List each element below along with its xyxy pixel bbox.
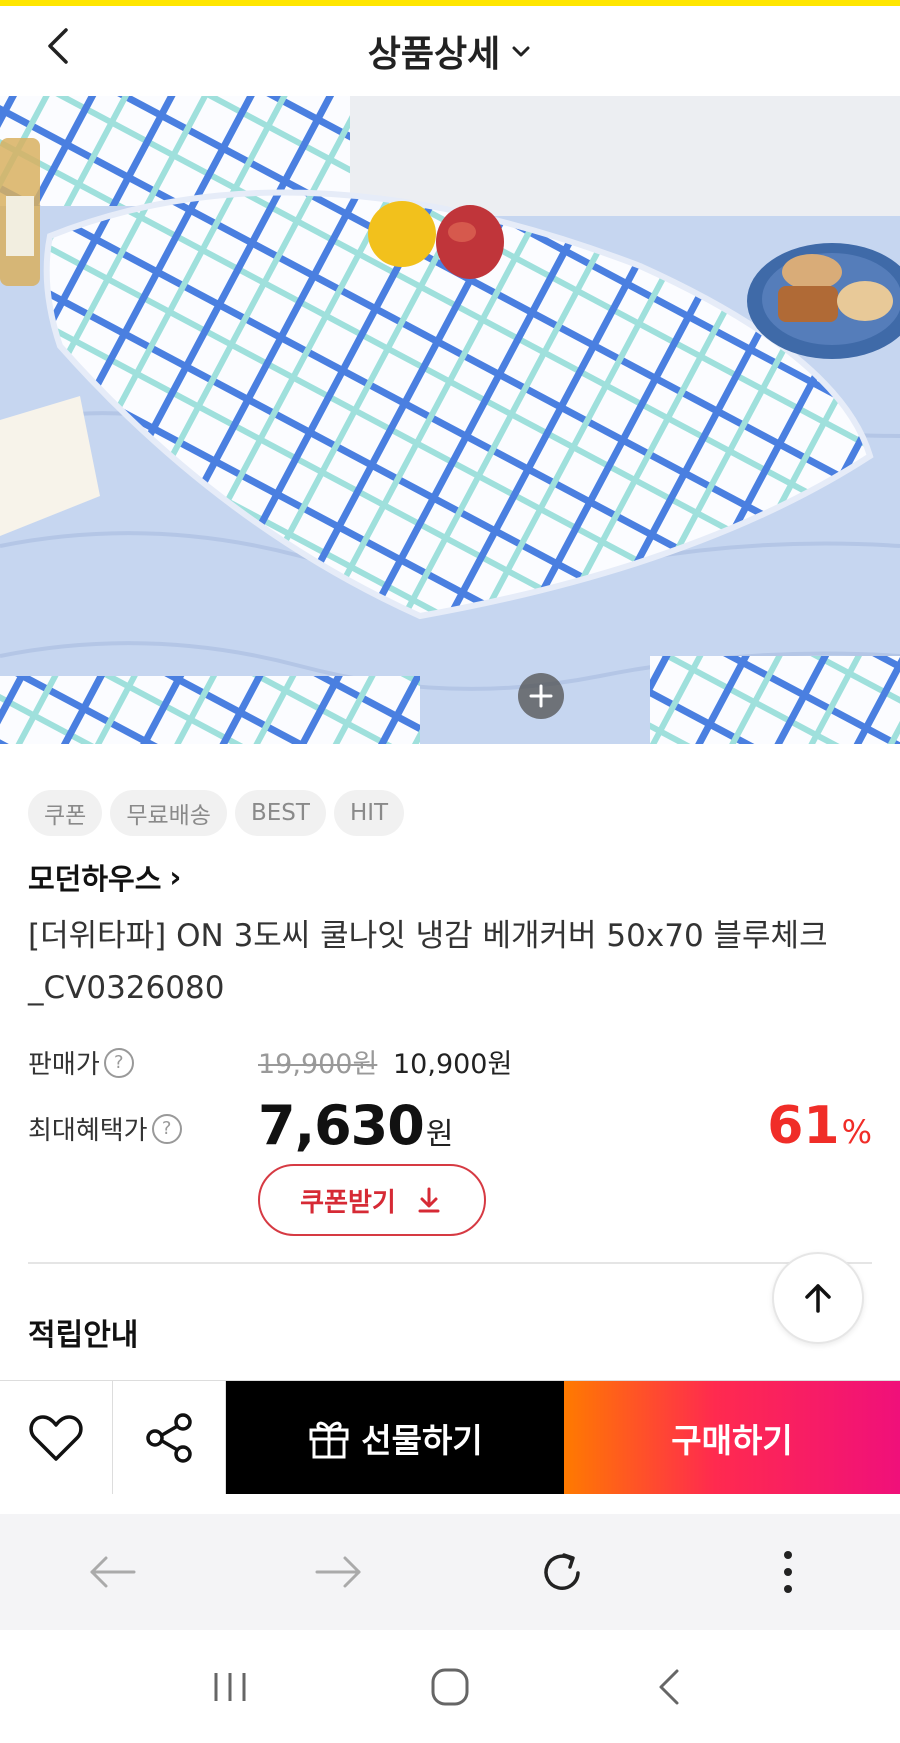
- buy-button[interactable]: 구매하기: [564, 1381, 900, 1494]
- help-icon[interactable]: ?: [151, 1113, 182, 1144]
- chevron-right-icon: ›: [169, 860, 182, 894]
- max-benefit-label: 최대혜택가 ?: [28, 1110, 182, 1147]
- max-benefit-price: 7,630 원: [258, 1094, 453, 1157]
- recent-apps-button[interactable]: [190, 1647, 270, 1727]
- arrow-right-icon: [315, 1556, 360, 1588]
- share-button[interactable]: [113, 1381, 226, 1494]
- max-benefit-label-text: 최대혜택가: [28, 1116, 148, 1146]
- get-coupon-button[interactable]: 쿠폰받기: [258, 1164, 486, 1236]
- reload-icon: [543, 1553, 580, 1590]
- discount-unit: %: [841, 1113, 872, 1151]
- back-icon: [659, 1669, 679, 1704]
- sale-price-label: 판매가 ?: [28, 1044, 134, 1081]
- more-vertical-icon: [783, 1551, 792, 1593]
- max-benefit-value: 7,630: [258, 1094, 425, 1157]
- max-benefit-unit: 원: [425, 1117, 454, 1152]
- plus-icon: [529, 684, 553, 708]
- home-icon: [431, 1668, 469, 1705]
- back-button[interactable]: [38, 24, 82, 68]
- tag-hit: HIT: [333, 790, 405, 836]
- chevron-down-icon: [512, 46, 530, 57]
- points-info-title: 적립안내: [28, 1318, 139, 1353]
- download-icon: [418, 1187, 440, 1213]
- app-header: 상품상세: [0, 6, 900, 96]
- discount-rate: 61 %: [767, 1096, 872, 1156]
- product-tags: 쿠폰 무료배송 BEST HIT: [28, 790, 405, 836]
- section-divider: [28, 1262, 872, 1264]
- discount-value: 61: [767, 1096, 840, 1156]
- buy-button-label: 구매하기: [671, 1420, 793, 1460]
- brand-link[interactable]: 모던하우스 ›: [28, 856, 181, 898]
- expand-image-button[interactable]: [518, 673, 564, 719]
- tag-free-shipping: 무료배송: [110, 790, 227, 836]
- product-photo: [0, 96, 900, 744]
- heart-icon: [29, 1414, 83, 1461]
- browser-toolbar: [0, 1514, 900, 1630]
- coupon-button-label: 쿠폰받기: [300, 1187, 396, 1218]
- help-icon[interactable]: ?: [103, 1047, 134, 1078]
- sale-price-label-text: 판매가: [28, 1050, 100, 1080]
- browser-forward-button[interactable]: [288, 1522, 388, 1622]
- bottom-action-bar: 선물하기 구매하기: [0, 1380, 900, 1494]
- scroll-to-top-button[interactable]: [772, 1252, 864, 1344]
- product-image-carousel[interactable]: 1 / 3: [0, 96, 900, 744]
- page-title: 상품상세: [367, 34, 501, 75]
- share-icon: [146, 1412, 192, 1463]
- browser-back-button[interactable]: [63, 1522, 163, 1622]
- wishlist-button[interactable]: [0, 1381, 113, 1494]
- recent-apps-icon: [214, 1672, 246, 1701]
- product-name: [더위타파] ON 3도씨 쿨나잇 냉감 베개커버 50x70 블루체크_CV0…: [28, 918, 828, 1006]
- chevron-left-icon: [48, 28, 68, 64]
- gift-icon: [309, 1421, 349, 1458]
- sale-price: 10,900원: [393, 1049, 513, 1080]
- gift-button[interactable]: 선물하기: [226, 1381, 564, 1494]
- tag-coupon: 쿠폰: [28, 790, 103, 836]
- original-price: 19,900원: [258, 1049, 378, 1080]
- browser-menu-button[interactable]: [738, 1522, 838, 1622]
- browser-reload-button[interactable]: [513, 1522, 613, 1622]
- system-back-button[interactable]: [630, 1647, 710, 1727]
- arrow-left-icon: [90, 1556, 135, 1588]
- gift-button-label: 선물하기: [361, 1420, 483, 1460]
- page-title-dropdown[interactable]: 상품상세: [368, 25, 532, 77]
- home-button[interactable]: [410, 1647, 490, 1727]
- brand-name: 모던하우스: [28, 862, 162, 896]
- system-navigation-bar: [0, 1630, 900, 1743]
- tag-best: BEST: [234, 790, 326, 836]
- arrow-up-icon: [805, 1284, 831, 1313]
